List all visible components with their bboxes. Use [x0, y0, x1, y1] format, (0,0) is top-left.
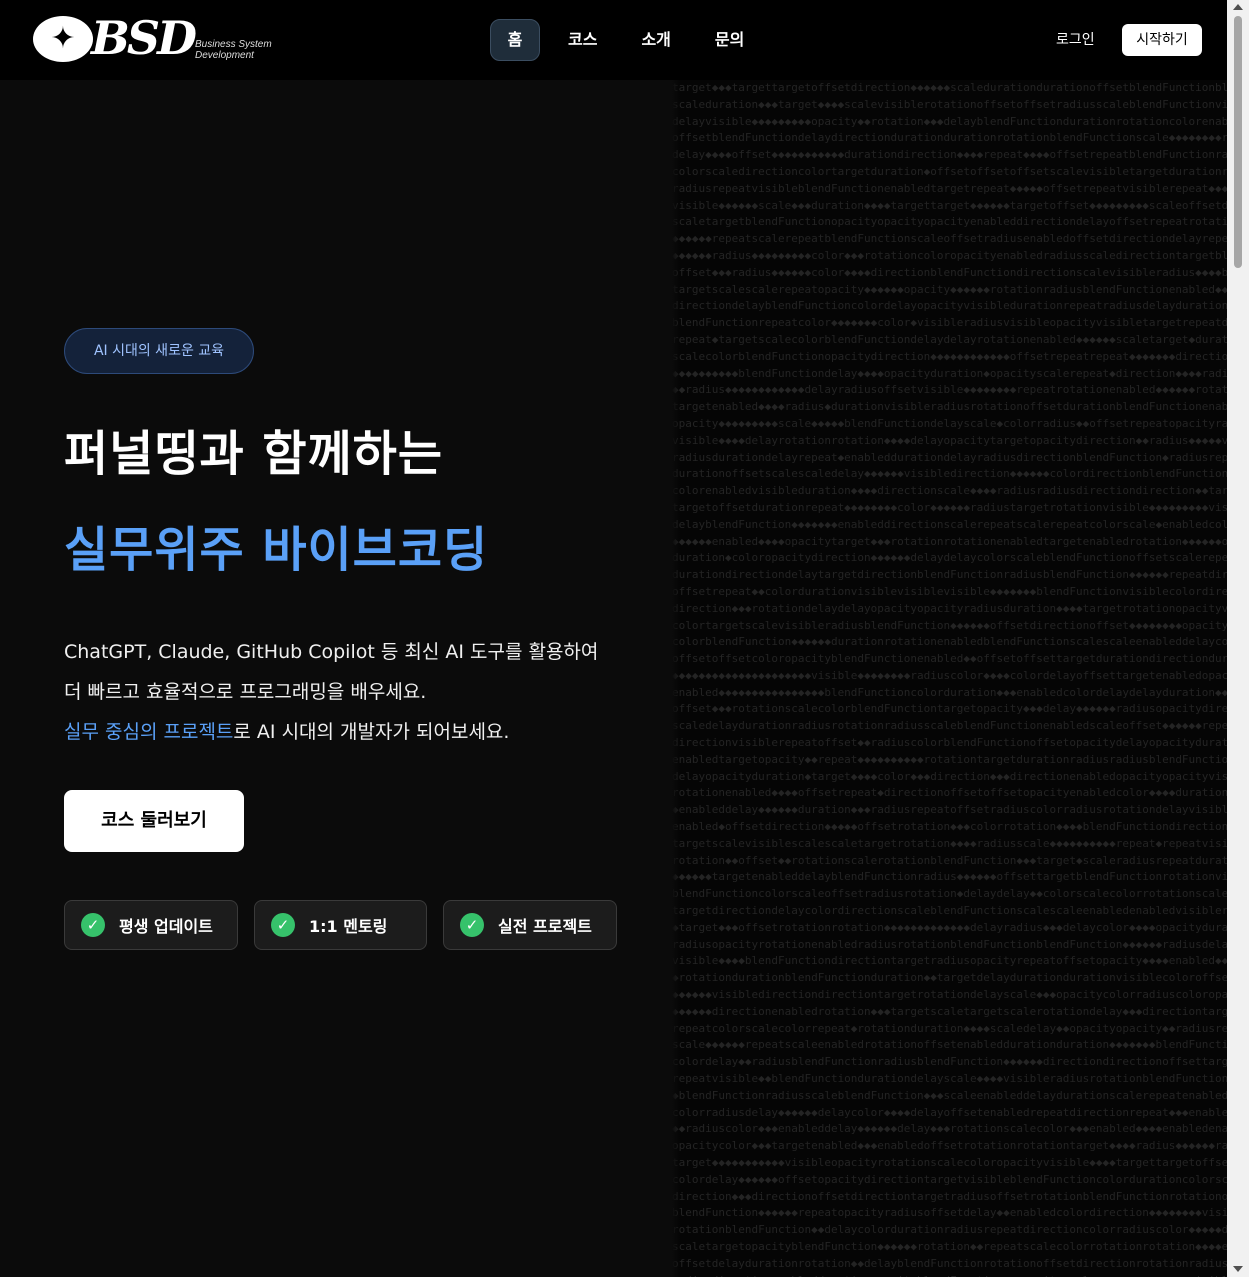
check-icon: ✓ — [460, 913, 484, 937]
feature-label: 1:1 멘토링 — [309, 917, 388, 936]
start-button[interactable]: 시작하기 — [1122, 24, 1202, 56]
check-icon: ✓ — [81, 913, 105, 937]
code-background-fade — [672, 80, 680, 1277]
nav-item-courses[interactable]: 코스 — [552, 19, 613, 61]
nav-item-contact[interactable]: 문의 — [699, 19, 760, 61]
login-link[interactable]: 로그인 — [1056, 29, 1095, 51]
hero-description-rest: 로 AI 시대의 개발자가 되어보세요. — [233, 721, 510, 743]
feature-mentoring: ✓ 1:1 멘토링 — [254, 900, 427, 950]
code-texture: target◆◆◆targettargetoffsetdirection◆◆◆◆… — [672, 81, 1227, 1277]
star-icon: ✦ — [50, 21, 76, 56]
code-background: target◆◆◆targettargetoffsetdirection◆◆◆◆… — [672, 80, 1227, 1277]
hero-description-line: 더 빠르고 효율적으로 프로그래밍을 배우세요. — [64, 681, 427, 703]
logo-mark: ✦ — [33, 16, 93, 62]
browse-courses-button[interactable]: 코스 둘러보기 — [64, 790, 244, 852]
logo-subtitle: Business System Development — [195, 39, 272, 61]
logo-text: BSD — [91, 11, 197, 65]
brand-logo[interactable]: ✦ BSD Business System Development — [33, 11, 283, 66]
main-nav: 홈 코스 소개 문의 — [490, 19, 760, 61]
feature-label: 평생 업데이트 — [119, 917, 213, 936]
nav-item-about[interactable]: 소개 — [625, 19, 686, 61]
feature-label: 실전 프로젝트 — [498, 917, 592, 936]
nav-item-home[interactable]: 홈 — [490, 19, 540, 61]
check-icon: ✓ — [271, 913, 295, 937]
header: ✦ BSD Business System Development 홈 코스 소… — [0, 0, 1227, 80]
scrollbar-thumb[interactable] — [1234, 16, 1242, 268]
scroll-up-icon[interactable] — [1233, 4, 1243, 10]
hero-description-line: ChatGPT, Claude, GitHub Copilot 등 최신 AI … — [64, 641, 599, 663]
hero-headline: 퍼널띵과 함께하는 — [64, 426, 443, 482]
hero-description: ChatGPT, Claude, GitHub Copilot 등 최신 AI … — [64, 632, 654, 752]
hero-badge: AI 시대의 새로운 교육 — [64, 328, 254, 374]
hero-headline-accent: 실무위주 바이브코딩 — [64, 522, 489, 578]
feature-lifetime-updates: ✓ 평생 업데이트 — [64, 900, 238, 950]
hero-description-line: 실무 중심의 프로젝트로 AI 시대의 개발자가 되어보세요. — [64, 712, 654, 752]
feature-real-projects: ✓ 실전 프로젝트 — [443, 900, 617, 950]
hero-description-highlight: 실무 중심의 프로젝트 — [64, 721, 234, 743]
scrollbar[interactable] — [1227, 0, 1249, 1277]
feature-list: ✓ 평생 업데이트 ✓ 1:1 멘토링 ✓ 실전 프로젝트 — [64, 900, 617, 950]
scroll-down-icon[interactable] — [1233, 1266, 1243, 1272]
